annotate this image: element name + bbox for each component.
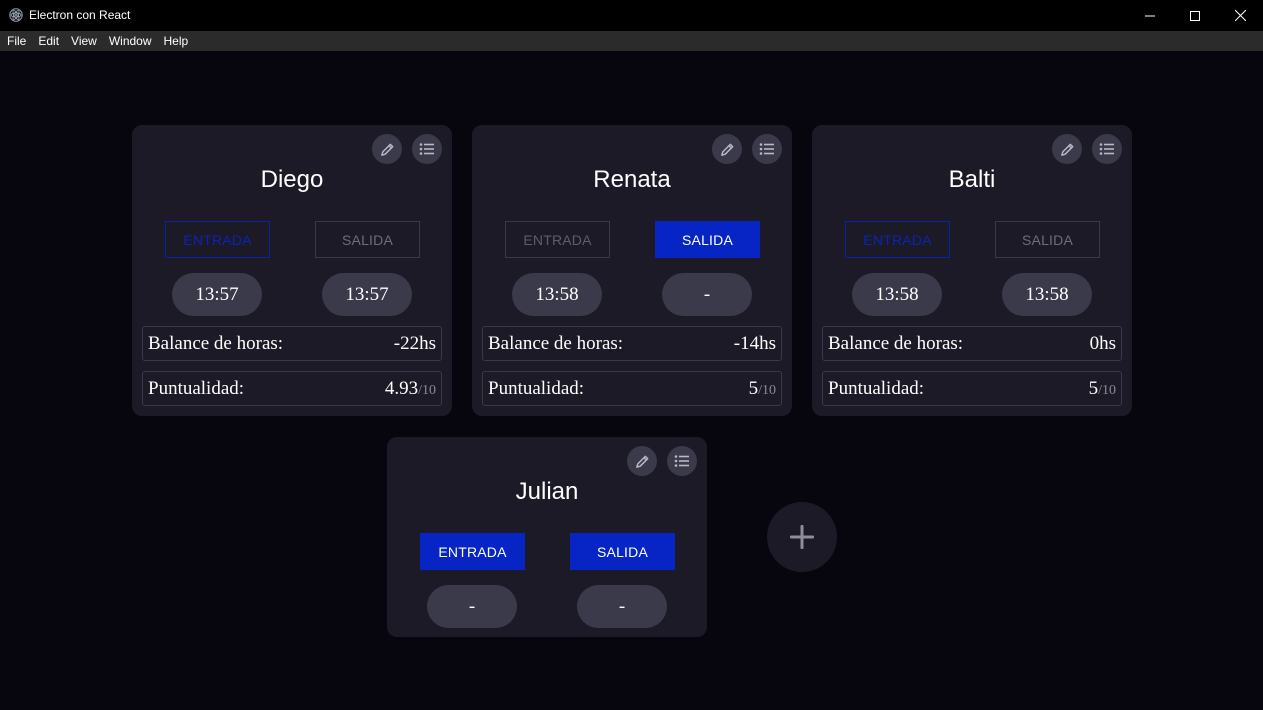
balance-value: 0hs [1089,332,1116,354]
title-bar: Electron con React [0,0,1263,31]
history-button[interactable] [1092,134,1122,164]
balance-row: Balance de horas: -22hs [142,326,442,361]
employee-card: Julian ENTRADA SALIDA - - [387,437,707,637]
edit-button[interactable] [372,134,402,164]
history-button[interactable] [412,134,442,164]
employee-card: Renata ENTRADA SALIDA 13:58 - Balance de… [472,125,792,416]
punctuality-denominator: /10 [1098,382,1116,398]
edit-button[interactable] [627,446,657,476]
pencil-icon [635,455,648,468]
edit-button[interactable] [712,134,742,164]
menu-window[interactable]: Window [103,31,158,51]
balance-label: Balance de horas: [828,332,964,354]
list-icon [419,143,434,155]
window-title: Electron con React [29,8,131,22]
edit-button[interactable] [1052,134,1082,164]
plus-icon [790,525,814,549]
salida-time: - [577,585,667,628]
balance-value: -22hs [393,332,436,354]
punctuality-score: 4.93/10 [385,378,436,400]
close-icon [1234,10,1246,21]
pencil-icon [380,143,393,156]
punctuality-row: Puntualidad: 5/10 [822,371,1122,406]
balance-row: Balance de horas: -14hs [482,326,782,361]
list-icon [674,455,689,467]
entrada-button[interactable]: ENTRADA [165,221,270,258]
close-button[interactable] [1217,0,1263,31]
menu-help[interactable]: Help [158,31,195,51]
punctuality-denominator: /10 [418,382,436,398]
punctuality-score: 5/10 [749,378,776,400]
employee-name: Diego [260,166,324,193]
balance-row: Balance de horas: 0hs [822,326,1122,361]
list-icon [759,143,774,155]
electron-icon [9,8,23,22]
history-button[interactable] [752,134,782,164]
salida-time: 13:57 [322,273,412,316]
minimize-icon [1145,15,1155,16]
minimize-button[interactable] [1127,0,1173,31]
balance-label: Balance de horas: [488,332,624,354]
salida-button[interactable]: SALIDA [655,221,760,258]
entrada-button[interactable]: ENTRADA [505,221,610,258]
list-icon [1099,143,1114,155]
salida-button[interactable]: SALIDA [315,221,420,258]
punctuality-row: Puntualidad: 4.93/10 [142,371,442,406]
menu-bar: File Edit View Window Help [0,31,1263,51]
entrada-time: 13:58 [512,273,602,316]
employee-name: Balti [948,166,996,193]
punctuality-label: Puntualidad: [828,377,925,399]
entrada-time: - [427,585,517,628]
menu-edit[interactable]: Edit [32,31,65,51]
employee-name: Julian [515,478,579,505]
salida-button[interactable]: SALIDA [570,533,675,570]
entrada-time: 13:58 [852,273,942,316]
punctuality-label: Puntualidad: [488,377,585,399]
entrada-button[interactable]: ENTRADA [845,221,950,258]
entrada-button[interactable]: ENTRADA [420,533,525,570]
employee-name: Renata [593,166,671,193]
maximize-button[interactable] [1172,0,1218,31]
balance-value: -14hs [733,332,776,354]
punctuality-value: 4.93 [384,377,419,399]
punctuality-denominator: /10 [758,382,776,398]
salida-button[interactable]: SALIDA [995,221,1100,258]
employee-card: Balti ENTRADA SALIDA 13:58 13:58 Balance… [812,125,1132,416]
menu-file[interactable]: File [1,31,32,51]
salida-time: 13:58 [1002,273,1092,316]
maximize-icon [1190,10,1200,21]
menu-view[interactable]: View [65,31,103,51]
add-employee-button[interactable] [767,502,837,572]
punctuality-value: 5 [748,377,759,399]
punctuality-value: 5 [1088,377,1099,399]
pencil-icon [1060,143,1073,156]
punctuality-row: Puntualidad: 5/10 [482,371,782,406]
balance-label: Balance de horas: [148,332,284,354]
history-button[interactable] [667,446,697,476]
salida-time: - [662,273,752,316]
punctuality-score: 5/10 [1089,378,1116,400]
employee-card: Diego ENTRADA SALIDA 13:57 13:57 Balance… [132,125,452,416]
pencil-icon [720,143,733,156]
punctuality-label: Puntualidad: [148,377,245,399]
entrada-time: 13:57 [172,273,262,316]
